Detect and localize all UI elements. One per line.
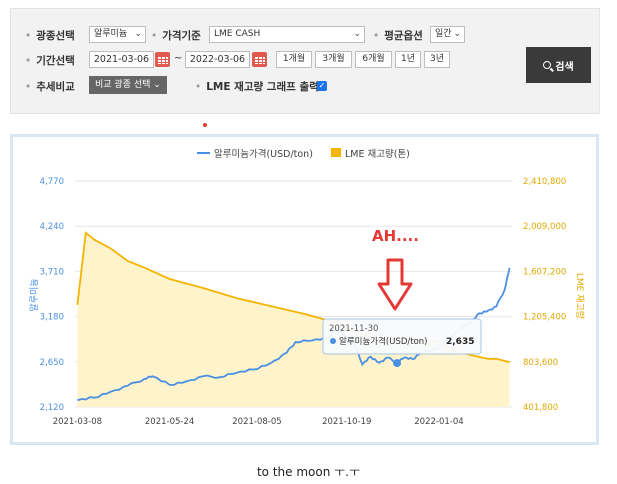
right-axis-tick: 803,600 [523, 358, 558, 368]
tooltip-series-dot [330, 338, 336, 344]
x-axis-tick: 2022-01-04 [414, 417, 463, 427]
legend-stock-swatch [331, 148, 341, 157]
tooltip-value: 2,635 [446, 337, 474, 347]
right-axis-tick: 2,009,000 [523, 222, 566, 232]
x-axis-ticks: 2021-03-08 2021-05-24 2021-08-05 2021-10-19… [53, 417, 464, 427]
left-axis-tick: 3,180 [40, 313, 64, 323]
caption: to the moon ㅜ.ㅜ [256, 465, 361, 479]
left-axis-tick: 4,240 [40, 222, 64, 232]
annotation-arrow [377, 258, 413, 311]
annotation-text: AH.... [372, 227, 419, 245]
x-axis-tick: 2021-03-08 [53, 417, 102, 427]
left-axis-tick: 2,120 [40, 403, 64, 413]
right-axis-tick: 1,205,400 [523, 313, 566, 323]
right-axis-title: LME 재고량 [574, 273, 586, 319]
x-axis-tick: 2021-05-24 [145, 417, 194, 427]
legend-price-label: 알루미늄가격(USD/ton) [214, 148, 313, 160]
x-axis-tick: 2021-08-05 [232, 417, 281, 427]
left-axis-tick: 4,770 [40, 177, 64, 187]
x-axis-tick: 2021-10-19 [322, 417, 371, 427]
tooltip-date: 2021-11-30 [329, 324, 378, 334]
tooltip-point [393, 359, 402, 368]
right-axis-tick: 2,410,800 [523, 177, 566, 187]
left-axis-ticks: 4,770 4,240 3,710 3,180 2,650 2,120 [40, 177, 64, 413]
right-axis-tick: 1,607,200 [523, 267, 566, 277]
left-axis-tick: 3,710 [40, 267, 64, 277]
price-stock-chart: 4,770 4,240 3,710 3,180 2,650 2,120 2,410,800… [29, 148, 586, 427]
tooltip-series-name: 알루미늄가격(USD/ton) [339, 336, 428, 347]
left-axis-title: 알루미늄 [29, 278, 40, 311]
right-axis-ticks: 2,410,800 2,009,000 1,607,200 1,205,400 803,… [523, 177, 566, 413]
left-axis-tick: 2,650 [40, 358, 64, 368]
right-axis-tick: 401,800 [523, 403, 558, 413]
legend-stock-label: LME 재고량(톤) [345, 148, 410, 160]
